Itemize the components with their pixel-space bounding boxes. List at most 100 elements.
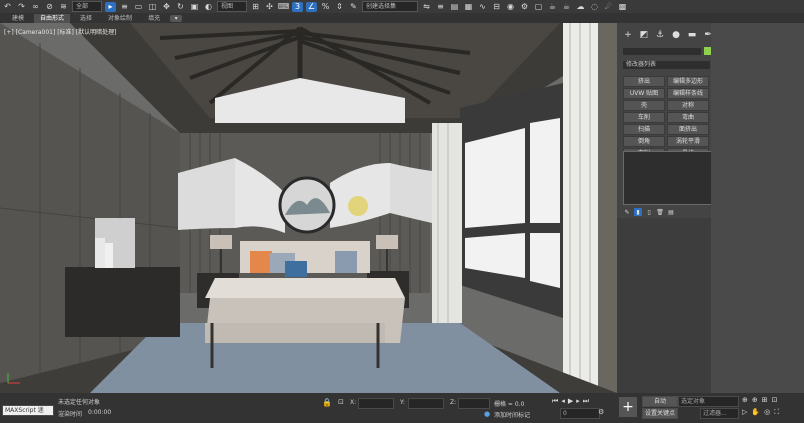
zoom-all-icon[interactable]: ⊕ — [752, 396, 758, 404]
viewport-label[interactable]: [+] [Camera001] [标准] [默认明暗处理] — [4, 27, 116, 36]
tab-populate[interactable]: 填充 — [142, 14, 166, 23]
rect-selection-icon[interactable]: ▭ — [133, 2, 144, 12]
modifier-button[interactable]: 扫描 — [623, 124, 665, 135]
make-unique-icon[interactable]: ▯ — [645, 208, 653, 216]
align-icon[interactable]: ≡ — [435, 2, 446, 12]
time-config-icon[interactable]: ⚙ — [598, 408, 604, 416]
curve-editor-icon[interactable]: ∿ — [477, 2, 488, 12]
redo-icon[interactable]: ↷ — [16, 2, 27, 12]
modifier-button[interactable]: 编辑多边形 — [667, 76, 709, 87]
display-tab-icon[interactable]: ▬ — [685, 29, 699, 41]
current-frame-field[interactable]: 0 — [560, 408, 600, 419]
undo-icon[interactable]: ↶ — [2, 2, 13, 12]
move-icon[interactable]: ✥ — [161, 2, 172, 12]
selection-filter-select[interactable]: 全部 — [72, 1, 102, 12]
layer-explorer-icon[interactable]: ▤ — [449, 2, 460, 12]
schematic-view-icon[interactable]: ⊟ — [491, 2, 502, 12]
snap-toggle-icon[interactable]: 3 — [292, 1, 303, 12]
time-tag-icon[interactable]: ● — [484, 410, 490, 418]
create-tab-icon[interactable]: + — [621, 29, 635, 41]
place-icon[interactable]: ◐ — [203, 2, 214, 12]
absolute-mode-icon[interactable]: ⊡ — [338, 398, 344, 406]
y-coord-field[interactable] — [408, 398, 444, 409]
mirror-icon[interactable]: ⇋ — [421, 2, 432, 12]
modifier-button[interactable]: 编辑样条线 — [667, 88, 709, 99]
field-of-view-icon[interactable]: ▷ — [742, 408, 747, 417]
graphite-toggle-icon[interactable]: ▦ — [463, 2, 474, 12]
tab-modeling[interactable]: 建模 — [6, 14, 30, 23]
modifier-button[interactable]: 对称 — [667, 100, 709, 111]
keyboard-shortcut-icon[interactable]: ⌨ — [278, 2, 290, 12]
zoom-icon[interactable]: ⊕ — [742, 396, 748, 404]
rotate-icon[interactable]: ↻ — [175, 2, 186, 12]
unlink-icon[interactable]: ⊘ — [44, 2, 55, 12]
motion-tab-icon[interactable]: ● — [669, 29, 683, 41]
object-color-swatch[interactable] — [704, 47, 711, 55]
modifier-button[interactable]: UVW 贴图 — [623, 88, 665, 99]
lock-selection-icon[interactable]: 🔒 — [322, 398, 332, 407]
spinner-snap-icon[interactable]: ⇕ — [334, 2, 345, 12]
modifier-button[interactable]: 车削 — [623, 112, 665, 123]
auto-key-button[interactable]: 自动 — [642, 396, 678, 407]
render-setup-icon[interactable]: ⚙ — [519, 2, 530, 12]
modifier-button[interactable]: 壳 — [623, 100, 665, 111]
modifier-button[interactable]: 面挤出 — [667, 124, 709, 135]
reference-coord-select[interactable]: 视图 — [217, 1, 247, 12]
orbit-icon[interactable]: ◎ — [764, 408, 770, 417]
prev-frame-icon[interactable]: ◂ — [561, 397, 565, 406]
modifier-button[interactable]: 弯曲 — [667, 112, 709, 123]
ribbon-options-icon[interactable]: ▾ — [170, 14, 183, 22]
render-shade-icon[interactable]: ◌ — [589, 2, 600, 12]
rendered-frame-icon[interactable]: ▢ — [533, 2, 544, 12]
edit-named-selection-icon[interactable]: ✎ — [348, 2, 359, 12]
select-object-icon[interactable]: ▸ — [105, 1, 116, 12]
remove-modifier-icon[interactable]: 🗑 — [656, 208, 664, 216]
key-filters-button[interactable]: 过滤器... — [700, 408, 739, 419]
object-name-field[interactable] — [623, 48, 701, 55]
hierarchy-tab-icon[interactable]: ⚓ — [653, 29, 667, 41]
workspace-icon[interactable]: ▩ — [617, 2, 628, 12]
percent-snap-icon[interactable]: % — [320, 2, 331, 12]
pin-stack-icon[interactable]: ✎ — [623, 208, 631, 216]
select-by-name-icon[interactable]: ≡ — [119, 2, 130, 12]
angle-snap-icon[interactable]: ∠ — [306, 1, 317, 12]
set-key-button[interactable]: 设置关键点 — [642, 408, 678, 419]
tab-selection[interactable]: 选择 — [74, 14, 98, 23]
bind-spacewarp-icon[interactable]: ≋ — [58, 2, 69, 12]
modifier-button[interactable]: 涡轮平滑 — [667, 136, 709, 147]
modify-tab-icon[interactable]: ◩ — [637, 29, 651, 41]
select-manipulate-icon[interactable]: ✣ — [264, 2, 275, 12]
goto-start-icon[interactable]: ⏮ — [552, 397, 558, 406]
pan-icon[interactable]: ✋ — [751, 408, 760, 417]
x-coord-field[interactable] — [358, 398, 394, 409]
maximize-icon[interactable]: ⊡ — [772, 396, 778, 404]
zoom-extents-icon[interactable]: ⊞ — [762, 396, 768, 404]
configure-modifier-sets-icon[interactable]: ▤ — [667, 208, 675, 216]
tab-object-paint[interactable]: 对象绘制 — [102, 14, 138, 23]
modifier-button[interactable]: 倒角 — [623, 136, 665, 147]
render-online-icon[interactable]: ☁ — [575, 2, 586, 12]
goto-end-icon[interactable]: ⏭ — [583, 397, 589, 406]
named-selection-set-select[interactable]: 创建选择集 — [362, 1, 418, 12]
show-end-result-icon[interactable]: ▮ — [634, 208, 642, 216]
set-key-plus-icon[interactable]: + — [619, 397, 637, 417]
maximize-toggle-icon[interactable]: ⛶ — [774, 408, 779, 417]
modifier-button[interactable]: 挤出 — [623, 76, 665, 87]
modifier-list-select[interactable]: 修改器列表 — [623, 61, 710, 69]
scale-icon[interactable]: ▣ — [189, 2, 200, 12]
modifier-stack-list[interactable] — [623, 151, 713, 205]
render-area-icon[interactable]: ☄ — [603, 2, 614, 12]
camera-viewport[interactable]: [+] [Camera001] [标准] [默认明暗处理] — [0, 23, 617, 393]
window-crossing-icon[interactable]: ◫ — [147, 2, 158, 12]
tab-freeform[interactable]: 自由形式 — [34, 13, 71, 23]
render-iterative-icon[interactable]: ☕ — [561, 2, 572, 12]
render-production-icon[interactable]: ☕ — [547, 2, 558, 12]
z-coord-field[interactable] — [458, 398, 490, 409]
add-time-tag-button[interactable]: 添加时间标记 — [494, 410, 530, 419]
material-editor-icon[interactable]: ◉ — [505, 2, 516, 12]
key-filter-select[interactable]: 选定对象 — [678, 396, 739, 407]
next-frame-icon[interactable]: ▸ — [576, 397, 580, 406]
pivot-icon[interactable]: ⊞ — [250, 2, 261, 12]
maxscript-listener[interactable]: MAXScript 迷 — [2, 405, 54, 416]
link-icon[interactable]: ∞ — [30, 2, 41, 12]
